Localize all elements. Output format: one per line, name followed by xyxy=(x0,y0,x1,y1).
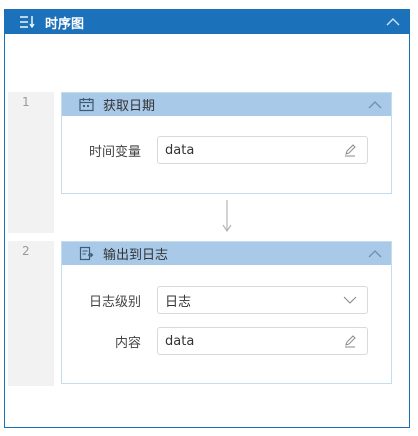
panel-title-bar: 时序图 xyxy=(5,10,409,34)
step-2-number: 2 xyxy=(22,244,30,258)
field-row-content: 内容 data xyxy=(62,326,391,356)
field-row-log-level: 日志级别 日志 xyxy=(62,285,391,315)
field-label: 时间变量 xyxy=(88,144,141,160)
step-card-get-date: 获取日期 时间变量 data xyxy=(61,92,392,194)
panel-title: 时序图 xyxy=(45,16,85,32)
field-label: 日志级别 xyxy=(88,294,141,310)
chevron-down-icon[interactable] xyxy=(343,293,357,307)
step-title: 输出到日志 xyxy=(103,248,169,263)
step-1-gutter xyxy=(8,92,54,233)
step-1-number: 1 xyxy=(22,95,30,109)
step-2-gutter xyxy=(8,241,54,386)
step-title: 获取日期 xyxy=(103,99,156,114)
edit-pencil-icon[interactable] xyxy=(343,334,357,348)
field-row-time-variable: 时间变量 data xyxy=(62,135,391,165)
step-card-output-log: 输出到日志 日志级别 日志 内容 data xyxy=(61,241,392,384)
time-variable-input[interactable]: data xyxy=(157,136,368,164)
collapse-step-icon[interactable] xyxy=(368,98,382,112)
calendar-icon xyxy=(78,97,94,113)
sequence-arrow-icon xyxy=(222,200,232,233)
field-value: data xyxy=(165,142,195,158)
field-label: 内容 xyxy=(114,335,141,351)
log-level-select[interactable]: 日志 xyxy=(157,286,368,314)
sequence-list-icon xyxy=(19,14,35,30)
collapse-panel-icon[interactable] xyxy=(386,15,400,29)
collapse-step-icon[interactable] xyxy=(368,247,382,261)
step-card-header[interactable]: 获取日期 xyxy=(62,93,391,116)
field-value: data xyxy=(165,333,195,349)
content-input[interactable]: data xyxy=(157,327,368,355)
log-output-icon xyxy=(78,246,94,262)
edit-pencil-icon[interactable] xyxy=(343,143,357,157)
field-value: 日志 xyxy=(165,294,192,310)
step-card-header[interactable]: 输出到日志 xyxy=(62,242,391,265)
